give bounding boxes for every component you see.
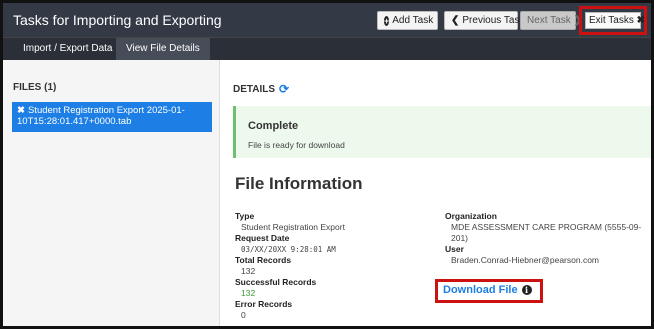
status-message: File is ready for download bbox=[248, 140, 345, 150]
remove-file-icon[interactable]: ✖ bbox=[17, 105, 25, 116]
status-panel: Complete File is ready for download bbox=[233, 106, 651, 158]
app-frame: Tasks for Importing and Exporting + Add … bbox=[0, 0, 654, 329]
total-records-value: 132 bbox=[241, 266, 256, 276]
status-title: Complete bbox=[248, 120, 299, 132]
plus-circle-icon: + bbox=[384, 15, 390, 26]
file-name: Student Registration Export 2025-01-10T1… bbox=[17, 105, 185, 127]
title-bar: Tasks for Importing and Exporting + Add … bbox=[3, 3, 651, 37]
organization-label: Organization bbox=[445, 211, 497, 221]
files-sidebar: FILES (1) ✖ Student Registration Export 2… bbox=[3, 60, 220, 326]
successful-records-value: 132 bbox=[241, 288, 256, 298]
info-icon[interactable]: i bbox=[521, 285, 532, 295]
file-information-heading: File Information bbox=[235, 174, 363, 193]
file-info-right-column: Organization MDE ASSESSMENT CARE PROGRAM… bbox=[445, 211, 645, 266]
error-records-label: Error Records bbox=[235, 299, 293, 309]
organization-value: MDE ASSESSMENT CARE PROGRAM (5555-09-201… bbox=[451, 222, 642, 243]
total-records-label: Total Records bbox=[235, 255, 292, 265]
next-task-label: Next Task bbox=[527, 15, 571, 26]
file-info-left-column: Type Student Registration Export Request… bbox=[235, 211, 435, 321]
request-date-label: Request Date bbox=[235, 233, 290, 243]
next-task-button[interactable]: Next Task ❯ bbox=[520, 11, 582, 30]
add-task-button[interactable]: + Add Task bbox=[377, 11, 438, 30]
request-date-value: 03/XX/20XX 9:28:01 AM bbox=[241, 245, 336, 254]
download-file-highlight: Download File i bbox=[435, 279, 543, 303]
exit-tasks-button[interactable]: Exit Tasks ✖ bbox=[585, 12, 645, 29]
exit-tasks-label: Exit Tasks bbox=[589, 15, 634, 26]
tab-view-file-details[interactable]: View File Details bbox=[116, 38, 210, 60]
user-value: Braden.Conrad-Hiebner@pearson.com bbox=[451, 255, 600, 265]
add-task-label: Add Task bbox=[392, 15, 434, 26]
file-list-item[interactable]: ✖ Student Registration Export 2025-01-10T… bbox=[12, 102, 212, 132]
chevron-left-icon: ❮ bbox=[451, 15, 460, 26]
type-value: Student Registration Export bbox=[241, 222, 345, 232]
tab-import-export-data[interactable]: Import / Export Data bbox=[13, 38, 122, 60]
error-records-value: 0 bbox=[241, 310, 246, 320]
previous-task-button[interactable]: ❮ Previous Task bbox=[444, 11, 524, 30]
refresh-icon[interactable]: ⟳ bbox=[279, 82, 289, 96]
window-title: Tasks for Importing and Exporting bbox=[13, 12, 222, 28]
download-file-link[interactable]: Download File i bbox=[443, 284, 532, 296]
previous-task-label: Previous Task bbox=[462, 15, 525, 26]
download-file-label: Download File bbox=[443, 284, 518, 296]
files-heading: FILES (1) bbox=[13, 82, 57, 93]
close-icon: ✖ bbox=[636, 15, 646, 26]
exit-tasks-highlight: Exit Tasks ✖ bbox=[579, 6, 647, 35]
sub-navigation: Import / Export Data View File Details bbox=[3, 37, 651, 60]
details-heading-label: DETAILS bbox=[233, 83, 276, 95]
user-label: User bbox=[445, 244, 464, 254]
successful-records-label: Successful Records bbox=[235, 277, 317, 287]
details-heading: DETAILS ⟳ bbox=[233, 82, 289, 96]
type-label: Type bbox=[235, 211, 255, 221]
